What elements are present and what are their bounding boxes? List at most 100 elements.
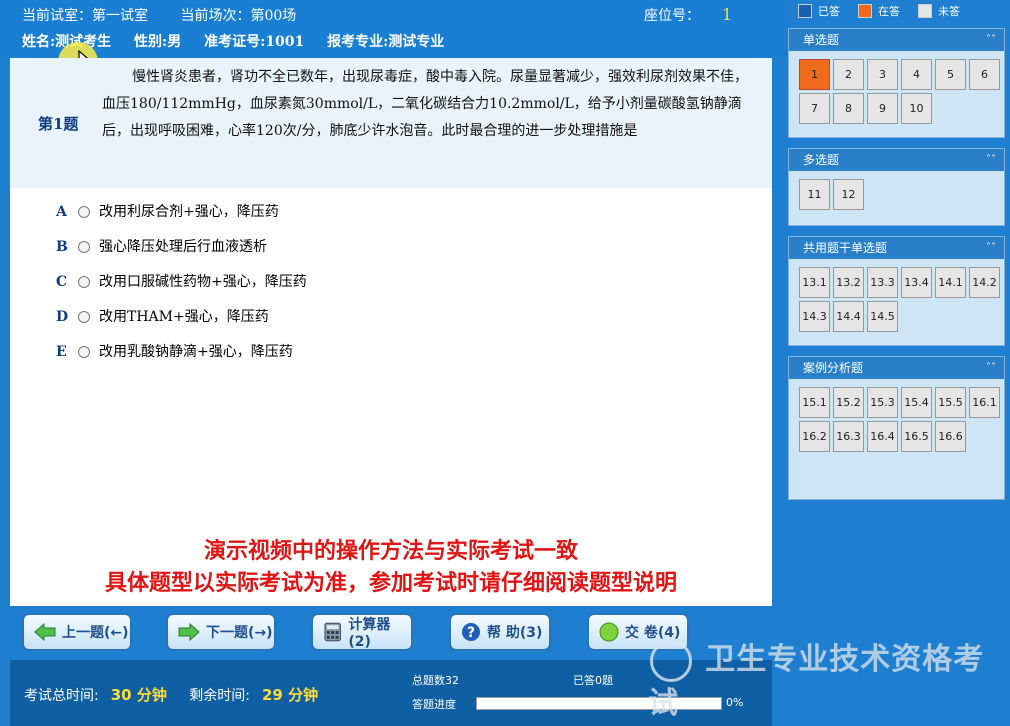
seat-number: 座位号： 1 [644, 5, 732, 25]
help-button[interactable]: ? 帮 助(3) [449, 613, 551, 651]
seat-value: 1 [722, 5, 733, 24]
question-jump-button[interactable]: 10 [901, 93, 932, 124]
answered-swatch [798, 4, 812, 18]
option-a[interactable]: A 改用利尿合剂+强心，降压药 [56, 194, 307, 229]
option-letter: D [56, 308, 69, 325]
option-text: 强心降压处理后行血液透析 [99, 238, 267, 255]
question-grid: 15.1 15.2 15.3 15.4 15.5 16.1 16.2 16.3 16.4 16.5… [789, 379, 1004, 455]
option-radio[interactable] [78, 205, 90, 218]
section-title-bar[interactable]: 单选题 ˄˄ [789, 29, 1004, 51]
question-jump-button[interactable]: 2 [833, 59, 864, 90]
question-jump-button[interactable]: 9 [867, 93, 898, 124]
section-title-bar[interactable]: 共用题干单选题 ˄˄ [789, 237, 1004, 259]
candidate-major: 报考专业:测试专业 [327, 34, 445, 50]
next-question-button[interactable]: 下一题(→) [166, 613, 276, 651]
option-text: 改用口服碱性药物+强心，降压药 [99, 273, 307, 290]
notice-line-1: 演示视频中的操作方法与实际考试一致 [203, 539, 578, 564]
option-text: 改用THAM+强心，降压药 [99, 308, 269, 325]
question-jump-button[interactable]: 16.1 [969, 387, 1000, 418]
question-jump-button[interactable]: 8 [833, 93, 864, 124]
arrow-right-icon [178, 623, 200, 641]
option-letter: B [56, 238, 68, 255]
question-jump-button[interactable]: 13.2 [833, 267, 864, 298]
question-jump-button[interactable]: 16.6 [935, 421, 966, 452]
question-jump-button[interactable]: 14.4 [833, 301, 864, 332]
question-jump-button[interactable]: 14.2 [969, 267, 1000, 298]
question-jump-button[interactable]: 14.5 [867, 301, 898, 332]
section-panel: 案例分析题 ˄˄ 15.1 15.2 15.3 15.4 15.5 16.1 16.2 16.3 1… [788, 356, 1005, 500]
option-radio[interactable] [78, 345, 90, 358]
collapse-icon[interactable]: ˄˄ [986, 237, 996, 259]
option-e[interactable]: E 改用乳酸钠静滴+强心，降压药 [56, 334, 307, 369]
question-jump-button[interactable]: 15.2 [833, 387, 864, 418]
collapse-icon[interactable]: ˄˄ [986, 149, 996, 171]
question-jump-button[interactable]: 7 [799, 93, 830, 124]
question-jump-button[interactable]: 14.3 [799, 301, 830, 332]
legend-current: 在答 [878, 5, 900, 18]
option-c[interactable]: C 改用口服碱性药物+强心，降压药 [56, 264, 307, 299]
question-jump-button[interactable]: 1 [799, 59, 830, 90]
calculator-icon [324, 622, 341, 642]
option-letter: E [56, 343, 67, 360]
question-jump-button[interactable]: 15.1 [799, 387, 830, 418]
candidate-ticket: 准考证号:1001 [204, 34, 305, 50]
current-swatch [858, 4, 872, 18]
help-icon: ? [462, 623, 480, 641]
progress-label: 答题进度 [412, 698, 456, 711]
calculator-button[interactable]: 计算器(2) [311, 613, 413, 651]
legend-answered: 已答 [818, 5, 840, 18]
question-jump-button[interactable]: 12 [833, 179, 864, 210]
question-jump-button[interactable]: 16.3 [833, 421, 864, 452]
question-jump-button[interactable]: 14.1 [935, 267, 966, 298]
seat-label: 座位号： [644, 8, 700, 24]
unanswered-swatch [918, 4, 932, 18]
prev-question-button[interactable]: 上一题(←) [22, 613, 132, 651]
arrow-left-icon [34, 623, 56, 641]
collapse-icon[interactable]: ˄˄ [986, 29, 996, 51]
total-time-label: 考试总时间: [24, 688, 99, 704]
svg-text:?: ? [467, 625, 475, 641]
question-jump-button[interactable]: 16.2 [799, 421, 830, 452]
section-title: 单选题 [803, 33, 840, 47]
legend-unanswered: 未答 [938, 5, 960, 18]
question-jump-button[interactable]: 15.5 [935, 387, 966, 418]
calculator-label: 计算器(2) [348, 617, 391, 650]
question-jump-button[interactable]: 13.4 [901, 267, 932, 298]
section-title-bar[interactable]: 案例分析题 ˄˄ [789, 357, 1004, 379]
question-jump-button[interactable]: 5 [935, 59, 966, 90]
demo-notice: 演示视频中的操作方法与实际考试一致 具体题型以实际考试为准，参加考试时请仔细阅读… [10, 536, 772, 600]
section-title: 多选题 [803, 153, 840, 167]
question-jump-button[interactable]: 13.3 [867, 267, 898, 298]
question-jump-button[interactable]: 15.4 [901, 387, 932, 418]
answer-options: A 改用利尿合剂+强心，降压药 B 强心降压处理后行血液透析 C 改用口服碱性药物+强心，… [56, 194, 307, 369]
section-panel: 多选题 ˄˄ 11 12 [788, 148, 1005, 226]
question-jump-button[interactable]: 16.4 [867, 421, 898, 452]
question-jump-button[interactable]: 13.1 [799, 267, 830, 298]
option-d[interactable]: D 改用THAM+强心，降压药 [56, 299, 307, 334]
submit-icon [599, 622, 619, 642]
question-jump-button[interactable]: 15.3 [867, 387, 898, 418]
option-radio[interactable] [78, 275, 90, 288]
collapse-icon[interactable]: ˄˄ [986, 357, 996, 379]
option-radio[interactable] [78, 240, 90, 253]
question-text: 慢性肾炎患者，肾功不全已数年，出现尿毒症，酸中毒入院。尿量显著减少，强效利尿剂效… [102, 69, 748, 139]
question-jump-button[interactable]: 4 [901, 59, 932, 90]
notice-line-2: 具体题型以实际考试为准，参加考试时请仔细阅读题型说明 [104, 571, 677, 596]
section-title: 案例分析题 [803, 361, 864, 375]
option-letter: C [56, 273, 68, 290]
question-jump-button[interactable]: 6 [969, 59, 1000, 90]
section-title-bar[interactable]: 多选题 ˄˄ [789, 149, 1004, 171]
watermark-text: 卫生专业技术资格考试 [648, 634, 1010, 722]
help-label: 帮 助(3) [487, 625, 543, 641]
question-jump-button[interactable]: 16.5 [901, 421, 932, 452]
question-jump-button[interactable]: 3 [867, 59, 898, 90]
question-jump-button[interactable]: 11 [799, 179, 830, 210]
remaining-time-label: 剩余时间: [189, 688, 250, 704]
question-number: 第1题 [38, 115, 79, 133]
option-radio[interactable] [78, 310, 90, 323]
question-grid: 1 2 3 4 5 6 7 8 9 10 [789, 51, 1004, 127]
question-stem-box: 第1题 慢性肾炎患者，肾功不全已数年，出现尿毒症，酸中毒入院。尿量显著减少，强效… [10, 58, 772, 188]
option-b[interactable]: B 强心降压处理后行血液透析 [56, 229, 307, 264]
option-text: 改用利尿合剂+强心，降压药 [99, 203, 279, 220]
section-panel: 单选题 ˄˄ 1 2 3 4 5 6 7 8 9 10 [788, 28, 1005, 138]
